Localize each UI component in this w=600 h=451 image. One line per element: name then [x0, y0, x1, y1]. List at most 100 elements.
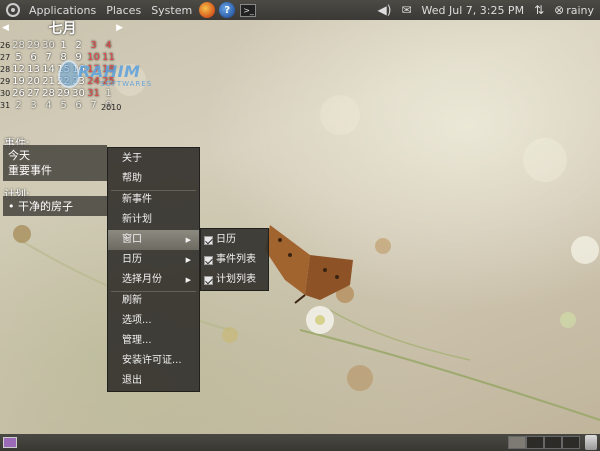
workspace-2[interactable] — [526, 436, 544, 449]
menu-item-help[interactable]: 帮助 — [108, 169, 199, 189]
calendar-week-number: 27 — [0, 53, 11, 62]
calendar-day[interactable]: 20 — [26, 76, 41, 88]
calendar-day[interactable]: 3 — [86, 40, 101, 52]
top-panel: Applications Places System ? >_ ◀) ✉ Wed… — [0, 0, 600, 20]
menu-item-new-event[interactable]: 新事件 — [108, 190, 199, 210]
calendar-day[interactable]: 5 — [11, 52, 26, 64]
menu-system[interactable]: System — [146, 0, 197, 20]
menu-item-calendar[interactable]: 日历 ▶ — [108, 250, 199, 270]
calendar-day[interactable]: 14 — [41, 64, 56, 76]
mail-icon[interactable]: ✉ — [396, 0, 416, 20]
plan-item[interactable]: • 干净的房子 — [8, 198, 102, 214]
calendar-day[interactable]: 19 — [11, 76, 26, 88]
workspace-3[interactable] — [544, 436, 562, 449]
calendar-day[interactable]: 2 — [11, 100, 26, 112]
calendar-day[interactable]: 12 — [11, 64, 26, 76]
menu-item-select-month[interactable]: 选择月份 ▶ — [108, 270, 199, 290]
calendar-day[interactable]: 11 — [101, 52, 116, 64]
workspace-1[interactable] — [508, 436, 526, 449]
calendar-day[interactable]: 28 — [11, 40, 26, 52]
submenu-item-plan-list[interactable]: 计划列表 — [201, 270, 268, 290]
menu-item-install-license[interactable]: 安装许可证... — [108, 351, 199, 371]
menu-item-about[interactable]: 关于 — [108, 149, 199, 169]
calendar-day[interactable]: 5 — [56, 100, 71, 112]
calendar-day[interactable]: 7 — [41, 52, 56, 64]
calendar-day[interactable]: 16 — [71, 64, 86, 76]
calendar-day[interactable]: 4 — [41, 100, 56, 112]
calendar-year: 2010 — [101, 103, 122, 112]
menu-item-options[interactable]: 选项... — [108, 311, 199, 331]
submenu-item-event-list[interactable]: 事件列表 — [201, 250, 268, 270]
calendar-day[interactable]: 26 — [11, 88, 26, 100]
menu-item-window[interactable]: 窗口 ▶ — [108, 230, 199, 250]
menu-item-label: 日历 — [122, 254, 142, 265]
calendar-week-number: 31 — [0, 101, 11, 110]
volume-icon[interactable]: ◀) — [373, 0, 397, 20]
firefox-icon[interactable] — [199, 2, 216, 18]
calendar-day[interactable]: 25 — [101, 76, 116, 88]
submenu-item-calendar[interactable]: 日历 — [201, 230, 268, 250]
terminal-icon[interactable]: >_ — [240, 3, 257, 17]
menu-item-label: 关于 — [122, 153, 142, 164]
prev-month-button[interactable]: ◀ — [2, 23, 9, 33]
submenu-arrow-icon: ▶ — [185, 276, 191, 284]
calendar-day[interactable]: 18 — [101, 64, 116, 76]
calendar-day[interactable]: 15 — [56, 64, 71, 76]
calendar-day[interactable]: 3 — [26, 100, 41, 112]
bottom-panel — [0, 434, 600, 451]
ubuntu-logo-icon[interactable] — [6, 3, 20, 17]
checkbox-checked-icon[interactable] — [204, 235, 213, 245]
events-list[interactable]: 今天 重要事件 — [3, 145, 107, 181]
calendar-day[interactable]: 6 — [26, 52, 41, 64]
trash-icon[interactable] — [585, 435, 597, 450]
calendar-week-number: 29 — [0, 77, 11, 86]
calendar-day[interactable]: 9 — [71, 52, 86, 64]
calendar-day[interactable]: 17 — [86, 64, 101, 76]
calendar-month: 七月 — [48, 21, 77, 37]
calendar-day[interactable]: 22 — [56, 76, 71, 88]
checkbox-checked-icon[interactable] — [204, 255, 213, 265]
calendar-day[interactable]: 28 — [41, 88, 56, 100]
calendar-day[interactable]: 23 — [71, 76, 86, 88]
menu-item-quit[interactable]: 退出 — [108, 371, 199, 391]
plans-list[interactable]: • 干净的房子 — [3, 196, 107, 216]
checkbox-checked-icon[interactable] — [204, 275, 213, 285]
calendar-day[interactable]: 10 — [86, 52, 101, 64]
calendar-day[interactable]: 30 — [41, 40, 56, 52]
submenu-item-label: 计划列表 — [216, 274, 256, 285]
clock[interactable]: Wed Jul 7, 3:25 PM — [417, 0, 530, 20]
menu-item-new-plan[interactable]: 新计划 — [108, 210, 199, 230]
menu-places[interactable]: Places — [101, 0, 146, 20]
context-menu: 关于 帮助 新事件 新计划 窗口 ▶ 日历 ▶ 选择月份 ▶ 刷新 选项... 管理.… — [107, 147, 200, 392]
submenu-arrow-icon: ▶ — [185, 256, 191, 264]
event-item[interactable]: 今天 — [8, 148, 102, 163]
calendar-day[interactable]: 8 — [56, 52, 71, 64]
calendar-day[interactable]: 2 — [71, 40, 86, 52]
next-month-button[interactable]: ▶ — [116, 23, 123, 33]
menu-item-refresh[interactable]: 刷新 — [108, 291, 199, 311]
menu-applications[interactable]: Applications — [24, 0, 101, 20]
calendar-day[interactable]: 7 — [86, 100, 101, 112]
menu-item-label: 新计划 — [122, 214, 152, 225]
calendar-day[interactable]: 4 — [101, 40, 116, 52]
window-submenu: 日历 事件列表 计划列表 — [200, 228, 269, 291]
help-icon[interactable]: ? — [219, 2, 236, 18]
calendar-day[interactable]: 29 — [26, 40, 41, 52]
calendar-day[interactable]: 31 — [86, 88, 101, 100]
session-icon[interactable]: ⊗ — [549, 0, 566, 20]
calendar-day[interactable]: 6 — [71, 100, 86, 112]
calendar-day[interactable]: 24 — [86, 76, 101, 88]
user-menu[interactable]: rainy — [566, 0, 600, 20]
calendar-day[interactable]: 27 — [26, 88, 41, 100]
event-item[interactable]: 重要事件 — [8, 163, 102, 178]
calendar-day[interactable]: 1 — [101, 88, 116, 100]
workspace-4[interactable] — [562, 436, 580, 449]
network-icon[interactable]: ⇅ — [529, 0, 549, 20]
calendar-day[interactable]: 13 — [26, 64, 41, 76]
show-desktop-icon[interactable] — [3, 437, 17, 448]
calendar-day[interactable]: 1 — [56, 40, 71, 52]
calendar-day[interactable]: 30 — [71, 88, 86, 100]
menu-item-manage[interactable]: 管理... — [108, 331, 199, 351]
calendar-day[interactable]: 29 — [56, 88, 71, 100]
calendar-day[interactable]: 21 — [41, 76, 56, 88]
